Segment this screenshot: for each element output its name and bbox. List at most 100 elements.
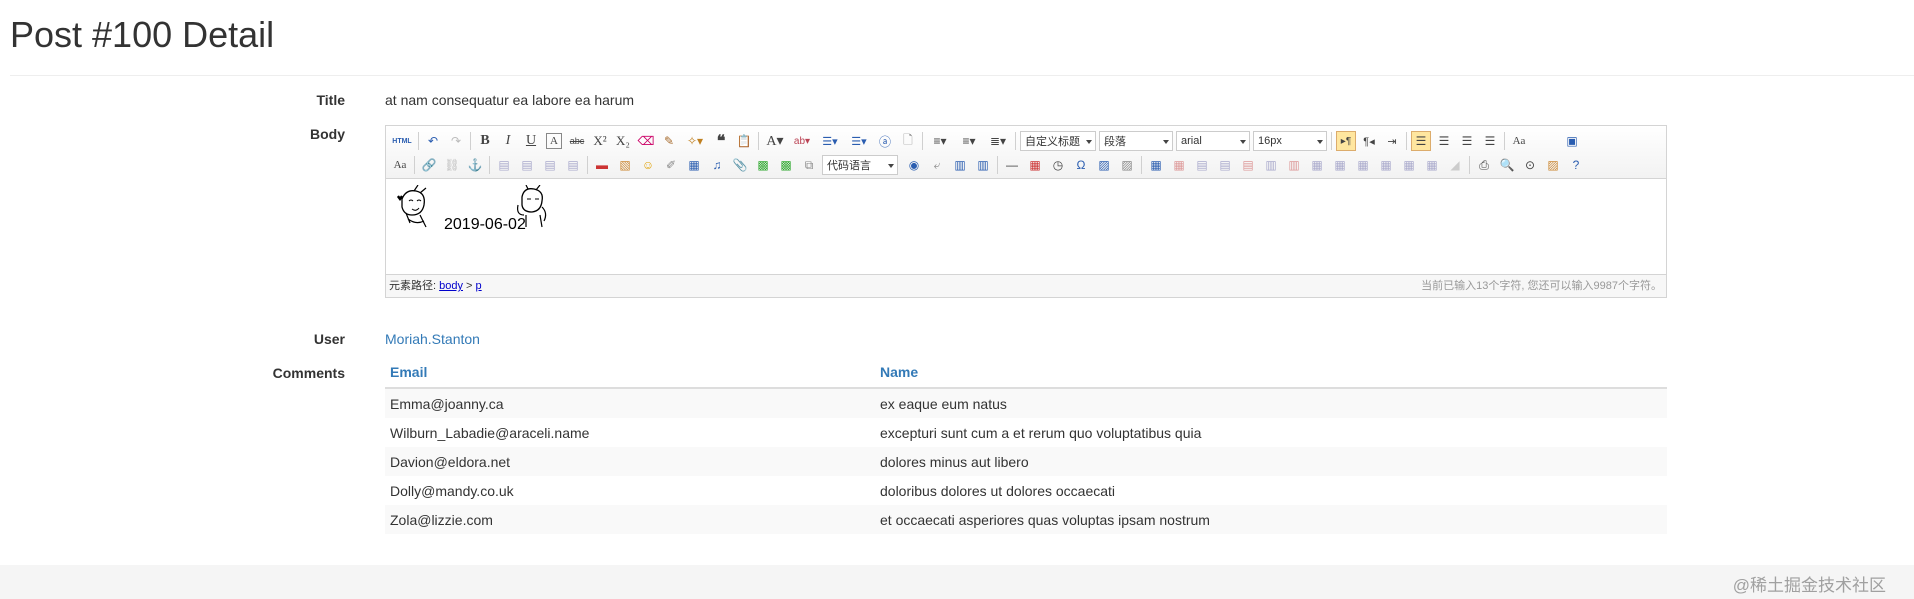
attachment-icon[interactable]: 📎: [730, 155, 750, 175]
search-replace-icon[interactable]: ▨: [1117, 155, 1137, 175]
word-image-icon[interactable]: ▨: [1094, 155, 1114, 175]
indent-icon[interactable]: ⇥: [1382, 131, 1402, 151]
emoji-right-icon: [517, 185, 547, 228]
link-icon[interactable]: 🔗: [419, 155, 439, 175]
rtl-direction-icon[interactable]: ¶◂: [1359, 131, 1379, 151]
align-center-icon[interactable]: ☰: [1434, 131, 1454, 151]
line-height-icon[interactable]: ≣▾: [985, 131, 1011, 151]
font-color-icon[interactable]: A▾: [763, 131, 787, 151]
eraser-icon[interactable]: ⌫: [636, 131, 656, 151]
undo-icon[interactable]: ↶: [423, 131, 443, 151]
template-icon[interactable]: ▥: [973, 155, 993, 175]
delete-table-icon[interactable]: ▦: [1169, 155, 1189, 175]
insert-frame-icon[interactable]: ⧉: [799, 155, 819, 175]
editor-content[interactable]: 2019-06-02: [386, 179, 1666, 275]
row-spacing-top-icon[interactable]: ≡▾: [927, 131, 953, 151]
bold-icon[interactable]: B: [475, 131, 495, 151]
search-icon[interactable]: ⊙: [1520, 155, 1540, 175]
gmap-icon[interactable]: ▩: [776, 155, 796, 175]
case-transform-icon[interactable]: Aa: [1509, 131, 1529, 151]
unlink-icon[interactable]: ⛓: [442, 155, 462, 175]
anchor-icon[interactable]: ⚓: [465, 155, 485, 175]
custom-title-select[interactable]: 自定义标题: [1020, 131, 1096, 151]
time-icon[interactable]: ◷: [1048, 155, 1068, 175]
table-row: Wilburn_Labadie@araceli.name excepturi s…: [385, 418, 1667, 447]
split-cells-icon[interactable]: ▦: [1376, 155, 1396, 175]
special-chars-icon[interactable]: Ω: [1071, 155, 1091, 175]
image-center-icon[interactable]: ▤: [563, 155, 583, 175]
element-path-body-link[interactable]: body: [439, 280, 463, 292]
fullscreen-icon[interactable]: ▣: [1562, 131, 1582, 151]
underline-icon[interactable]: U: [521, 131, 541, 151]
clear-doc-icon[interactable]: 🗋: [898, 131, 918, 151]
align-left-icon[interactable]: ☰: [1411, 131, 1431, 151]
simple-upload-icon[interactable]: ▬: [592, 155, 612, 175]
user-link[interactable]: Moriah.Stanton: [385, 331, 480, 347]
name-cell: doloribus dolores ut dolores occaecati: [880, 482, 1116, 499]
image-right-icon[interactable]: ▤: [540, 155, 560, 175]
email-column-header[interactable]: Email: [385, 364, 875, 380]
auto-typeset-icon[interactable]: ✧▾: [682, 131, 708, 151]
insert-row-icon[interactable]: ▤: [1215, 155, 1235, 175]
print-icon[interactable]: ⎙: [1474, 155, 1494, 175]
web-app-icon[interactable]: ◉: [904, 155, 924, 175]
insert-image-icon[interactable]: ▧: [615, 155, 635, 175]
delete-col-icon[interactable]: ▥: [1284, 155, 1304, 175]
format-painter-icon[interactable]: ✎: [659, 131, 679, 151]
date-icon[interactable]: ▦: [1025, 155, 1045, 175]
redo-icon[interactable]: ↷: [446, 131, 466, 151]
insert-video-icon[interactable]: ▦: [684, 155, 704, 175]
user-label: User: [313, 331, 345, 347]
italic-icon[interactable]: I: [498, 131, 518, 151]
background-color-icon[interactable]: ab▾: [790, 131, 814, 151]
strikethrough-icon[interactable]: abc: [567, 131, 587, 151]
merge-cells-icon[interactable]: ▦: [1307, 155, 1327, 175]
paragraph-select[interactable]: 段落: [1099, 131, 1173, 151]
map-icon[interactable]: ▩: [753, 155, 773, 175]
scrawl-icon[interactable]: ✐: [661, 155, 681, 175]
horizontal-rule-icon[interactable]: —: [1002, 155, 1022, 175]
delete-row-icon[interactable]: ▤: [1238, 155, 1258, 175]
unordered-list-icon[interactable]: ☰▾: [846, 131, 872, 151]
row-spacing-bottom-icon[interactable]: ≡▾: [956, 131, 982, 151]
align-right-icon[interactable]: ☰: [1457, 131, 1477, 151]
font-family-select[interactable]: arial: [1176, 131, 1250, 151]
image-left-icon[interactable]: ▤: [517, 155, 537, 175]
element-path-p-link[interactable]: p: [476, 280, 482, 292]
chart-icon[interactable]: ◢: [1445, 155, 1465, 175]
split-cols-icon[interactable]: ▦: [1422, 155, 1442, 175]
music-icon[interactable]: ♫: [707, 155, 727, 175]
superscript-icon[interactable]: X²: [590, 131, 610, 151]
font-case-icon[interactable]: Aa: [390, 155, 410, 175]
toolbar-separator: [414, 156, 415, 174]
page-break-icon[interactable]: ⤶: [927, 155, 947, 175]
font-border-icon[interactable]: A: [546, 133, 562, 149]
toolbar-separator: [922, 132, 923, 150]
preview-icon[interactable]: 🔍: [1497, 155, 1517, 175]
insert-col-icon[interactable]: ▥: [1261, 155, 1281, 175]
paste-text-icon[interactable]: 📋: [734, 131, 754, 151]
draft-icon[interactable]: ▨: [1543, 155, 1563, 175]
image-none-icon[interactable]: ▤: [494, 155, 514, 175]
split-rows-icon[interactable]: ▦: [1399, 155, 1419, 175]
code-language-select[interactable]: 代码语言: [822, 155, 898, 175]
ordered-list-icon[interactable]: ☰▾: [817, 131, 843, 151]
subscript-icon[interactable]: X₂: [613, 131, 633, 151]
background-icon[interactable]: ▥: [950, 155, 970, 175]
font-size-select[interactable]: 16px: [1253, 131, 1327, 151]
help-icon[interactable]: ?: [1566, 155, 1586, 175]
merge-down-icon[interactable]: ▦: [1353, 155, 1373, 175]
title-divider: [10, 75, 1914, 76]
align-justify-icon[interactable]: ☰: [1480, 131, 1500, 151]
blockquote-icon[interactable]: ❝: [711, 131, 731, 151]
emotion-icon[interactable]: ☺: [638, 155, 658, 175]
name-column-header[interactable]: Name: [875, 364, 1667, 380]
insert-paragraph-before-table-icon[interactable]: ▤: [1192, 155, 1212, 175]
select-all-icon[interactable]: ⓐ: [875, 131, 895, 151]
ltr-direction-icon[interactable]: ▸¶: [1336, 131, 1356, 151]
merge-right-icon[interactable]: ▦: [1330, 155, 1350, 175]
email-cell: Davion@eldora.net: [390, 453, 511, 470]
insert-table-icon[interactable]: ▦: [1146, 155, 1166, 175]
html-source-button[interactable]: HTML: [390, 131, 414, 151]
toolbar-separator: [1015, 132, 1016, 150]
